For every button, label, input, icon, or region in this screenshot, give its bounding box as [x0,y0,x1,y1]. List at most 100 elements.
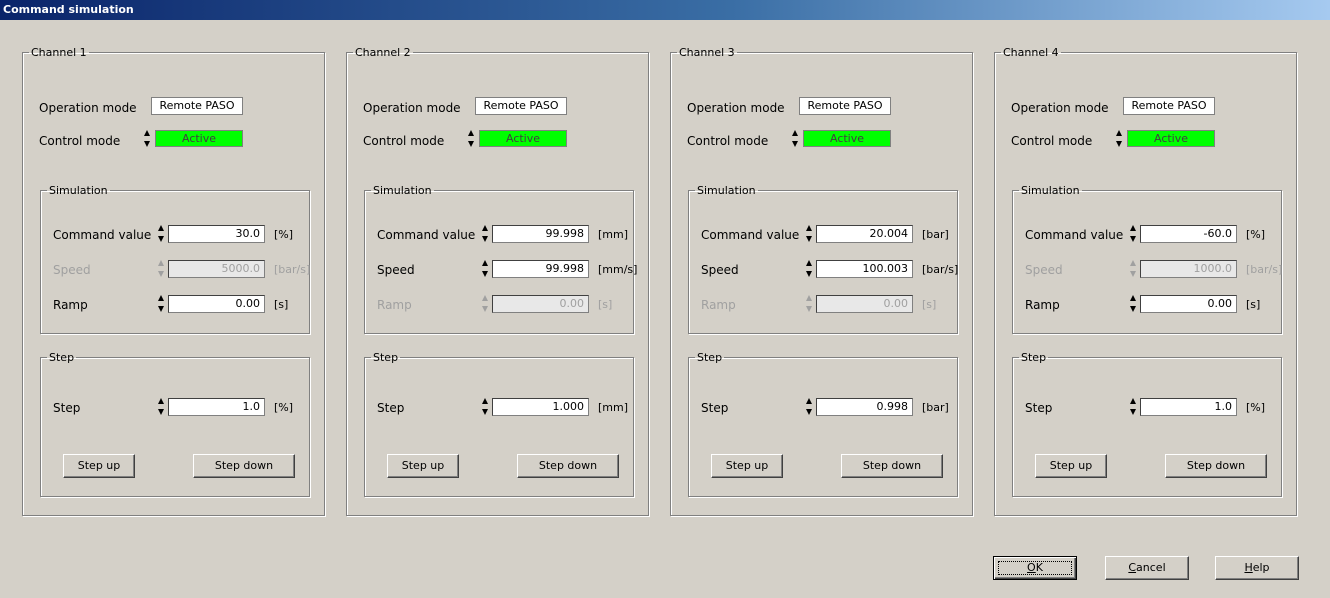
spin-down-arrow-icon[interactable] [468,141,474,147]
spin-down-arrow-icon[interactable] [158,409,164,415]
spin-up-arrow-icon[interactable] [482,260,488,266]
spin-up-arrow-icon[interactable] [468,130,474,136]
spin-down-arrow-icon[interactable] [792,141,798,147]
control-mode-spin-icon[interactable] [467,130,476,147]
speed-spin-icon[interactable] [481,260,490,277]
step-group: Step Step 0.998 [bar] Step up Step down [688,351,958,497]
spin-up-arrow-icon[interactable] [158,225,164,231]
command-value-spin-icon[interactable] [805,225,814,242]
spin-up-arrow-icon[interactable] [482,398,488,404]
spin-up-arrow-icon[interactable] [1130,225,1136,231]
spin-up-arrow-icon[interactable] [144,130,150,136]
spin-up-arrow-icon[interactable] [158,260,164,266]
step-up-button[interactable]: Step up [387,454,459,478]
step-down-button[interactable]: Step down [517,454,619,478]
speed-input[interactable]: 1000.0 [1140,260,1237,278]
control-mode-spin-icon[interactable] [791,130,800,147]
spin-up-arrow-icon[interactable] [806,225,812,231]
command-value-input[interactable]: 30.0 [168,225,265,243]
spin-down-arrow-icon[interactable] [158,306,164,312]
step-input[interactable]: 1.0 [168,398,265,416]
step-spin-icon[interactable] [805,398,814,415]
speed-input[interactable]: 99.998 [492,260,589,278]
control-mode-spin-icon[interactable] [143,130,152,147]
spin-down-arrow-icon[interactable] [806,306,812,312]
command-value-input[interactable]: 99.998 [492,225,589,243]
command-value-spin-icon[interactable] [157,225,166,242]
step-down-button[interactable]: Step down [1165,454,1267,478]
step-input[interactable]: 1.0 [1140,398,1237,416]
step-legend: Step [49,351,75,364]
step-spin-icon[interactable] [1129,398,1138,415]
step-input[interactable]: 1.000 [492,398,589,416]
spin-up-arrow-icon[interactable] [1116,130,1122,136]
speed-unit: [bar/s] [1246,263,1283,276]
ramp-spin-icon[interactable] [481,295,490,312]
command-value-input[interactable]: -60.0 [1140,225,1237,243]
spin-up-arrow-icon[interactable] [806,398,812,404]
help-label: elp [1252,561,1270,574]
step-down-button[interactable]: Step down [193,454,295,478]
control-mode-spin-icon[interactable] [1115,130,1124,147]
spin-down-arrow-icon[interactable] [482,236,488,242]
step-down-button[interactable]: Step down [841,454,943,478]
operation-mode-value: Remote PASO [1123,97,1215,115]
spin-down-arrow-icon[interactable] [482,306,488,312]
step-input[interactable]: 0.998 [816,398,913,416]
spin-up-arrow-icon[interactable] [1130,260,1136,266]
spin-up-arrow-icon[interactable] [1130,398,1136,404]
speed-spin-icon[interactable] [157,260,166,277]
spin-down-arrow-icon[interactable] [482,409,488,415]
channel-1-group: Channel 1 Operation mode Remote PASO Con… [22,46,325,516]
ramp-input[interactable]: 0.00 [816,295,913,313]
control-mode-status[interactable]: Active [803,130,891,147]
spin-down-arrow-icon[interactable] [1130,236,1136,242]
spin-up-arrow-icon[interactable] [1130,295,1136,301]
ramp-input[interactable]: 0.00 [1140,295,1237,313]
ramp-spin-icon[interactable] [157,295,166,312]
spin-down-arrow-icon[interactable] [144,141,150,147]
control-mode-status[interactable]: Active [155,130,243,147]
speed-spin-icon[interactable] [1129,260,1138,277]
spin-down-arrow-icon[interactable] [158,236,164,242]
spin-up-arrow-icon[interactable] [158,295,164,301]
control-mode-status[interactable]: Active [479,130,567,147]
spin-down-arrow-icon[interactable] [482,271,488,277]
spin-up-arrow-icon[interactable] [482,295,488,301]
ramp-spin-icon[interactable] [1129,295,1138,312]
step-group: Step Step 1.000 [mm] Step up Step down [364,351,634,497]
control-mode-status[interactable]: Active [1127,130,1215,147]
step-up-button[interactable]: Step up [711,454,783,478]
ramp-input[interactable]: 0.00 [492,295,589,313]
spin-up-arrow-icon[interactable] [806,295,812,301]
ramp-spin-icon[interactable] [805,295,814,312]
cancel-button[interactable]: Cancel [1105,556,1189,580]
spin-down-arrow-icon[interactable] [158,271,164,277]
spin-up-arrow-icon[interactable] [792,130,798,136]
speed-input[interactable]: 5000.0 [168,260,265,278]
speed-spin-icon[interactable] [805,260,814,277]
spin-down-arrow-icon[interactable] [1130,409,1136,415]
spin-up-arrow-icon[interactable] [482,225,488,231]
step-spin-icon[interactable] [157,398,166,415]
spin-down-arrow-icon[interactable] [1130,306,1136,312]
command-value-spin-icon[interactable] [481,225,490,242]
spin-down-arrow-icon[interactable] [1130,271,1136,277]
command-value-spin-icon[interactable] [1129,225,1138,242]
command-value-input[interactable]: 20.004 [816,225,913,243]
step-unit: [mm] [598,401,629,414]
step-up-button[interactable]: Step up [1035,454,1107,478]
spin-down-arrow-icon[interactable] [806,236,812,242]
spin-up-arrow-icon[interactable] [158,398,164,404]
spin-up-arrow-icon[interactable] [806,260,812,266]
channel-title: Channel 4 [1003,46,1059,59]
ramp-input[interactable]: 0.00 [168,295,265,313]
step-up-button[interactable]: Step up [63,454,135,478]
spin-down-arrow-icon[interactable] [806,409,812,415]
help-button[interactable]: Help [1215,556,1299,580]
spin-down-arrow-icon[interactable] [806,271,812,277]
spin-down-arrow-icon[interactable] [1116,141,1122,147]
speed-input[interactable]: 100.003 [816,260,913,278]
ok-button[interactable]: OK [993,556,1077,580]
step-spin-icon[interactable] [481,398,490,415]
